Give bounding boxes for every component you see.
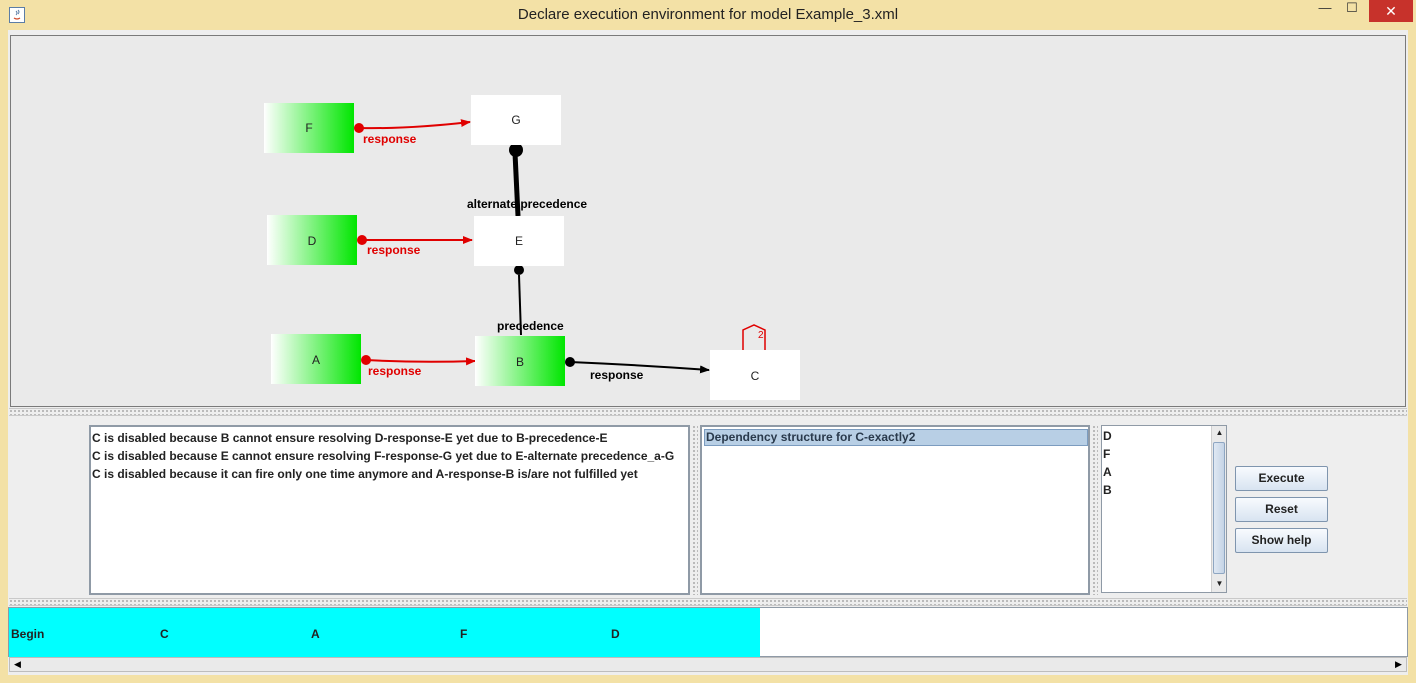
edge-label-b-e: precedence xyxy=(497,319,564,333)
node-label-b: B xyxy=(516,355,524,369)
horizontal-splitter[interactable] xyxy=(692,425,698,595)
node-b[interactable]: B xyxy=(475,336,565,386)
node-label-c: C xyxy=(751,369,760,383)
node-label-g: G xyxy=(511,113,520,127)
disabled-reasons-list[interactable]: C is disabled because B cannot ensure re… xyxy=(89,425,690,595)
node-label-a: A xyxy=(312,353,320,367)
event-item-d[interactable]: D xyxy=(1102,427,1226,445)
model-graph: response response response response alte… xyxy=(264,95,800,400)
dependency-tree-root[interactable]: Dependency structure for C-exactly2 xyxy=(704,429,1088,446)
node-label-d: D xyxy=(308,234,317,248)
scroll-left-icon[interactable]: ◀ xyxy=(10,658,25,671)
event-item-b[interactable]: B xyxy=(1102,481,1226,499)
edge-label-e-g: alternate precedence xyxy=(467,197,587,211)
trace-item-d[interactable]: D xyxy=(611,627,620,641)
node-g[interactable]: G xyxy=(471,95,561,145)
reason-line[interactable]: C is disabled because it can fire only o… xyxy=(91,465,688,483)
node-label-e: E xyxy=(515,234,523,248)
node-e[interactable]: E xyxy=(474,216,564,266)
scroll-up-icon[interactable]: ▲ xyxy=(1212,426,1227,440)
horizontal-splitter-2[interactable] xyxy=(1092,425,1098,595)
vertical-splitter-top[interactable] xyxy=(9,408,1407,416)
node-c[interactable]: C xyxy=(710,350,800,400)
edge-label-b-c: response xyxy=(590,368,644,382)
edge-label-d-e: response xyxy=(367,243,421,257)
event-item-f[interactable]: F xyxy=(1102,445,1226,463)
execute-button[interactable]: Execute xyxy=(1235,466,1328,491)
trace-item-f[interactable]: F xyxy=(460,627,467,641)
node-d[interactable]: D xyxy=(267,215,357,265)
event-item-a[interactable]: A xyxy=(1102,463,1226,481)
reason-line[interactable]: C is disabled because B cannot ensure re… xyxy=(91,429,688,447)
scroll-down-icon[interactable]: ▼ xyxy=(1212,577,1227,591)
edge-label-f-g: response xyxy=(363,132,417,146)
exactly-count-label: 2 xyxy=(758,330,764,341)
close-button[interactable]: ✕ xyxy=(1369,0,1413,22)
events-scrollbar[interactable]: ▲ ▼ xyxy=(1211,426,1226,592)
trace-horizontal-scrollbar[interactable]: ◀ ▶ xyxy=(9,657,1407,672)
edge-label-a-b: response xyxy=(368,364,422,378)
node-label-f: F xyxy=(305,121,312,135)
trace-executed-region xyxy=(9,608,760,657)
show-help-button[interactable]: Show help xyxy=(1235,528,1328,553)
vertical-splitter-bottom[interactable] xyxy=(9,598,1407,606)
window-title: Declare execution environment for model … xyxy=(517,6,899,23)
trace-item-c[interactable]: C xyxy=(160,627,169,641)
maximize-button[interactable]: ☐ xyxy=(1336,0,1368,22)
trace-item-begin[interactable]: Begin xyxy=(11,627,44,641)
enabled-events-list[interactable]: D F A B xyxy=(1101,425,1227,593)
scroll-right-icon[interactable]: ▶ xyxy=(1391,658,1406,671)
reason-line[interactable]: C is disabled because E cannot ensure re… xyxy=(91,447,688,465)
node-f[interactable]: F xyxy=(264,103,354,153)
scroll-thumb[interactable] xyxy=(1213,442,1225,574)
trace-item-a[interactable]: A xyxy=(311,627,320,641)
reset-button[interactable]: Reset xyxy=(1235,497,1328,522)
dependency-structure-panel[interactable]: Dependency structure for C-exactly2 xyxy=(700,425,1090,595)
node-a[interactable]: A xyxy=(271,334,361,384)
